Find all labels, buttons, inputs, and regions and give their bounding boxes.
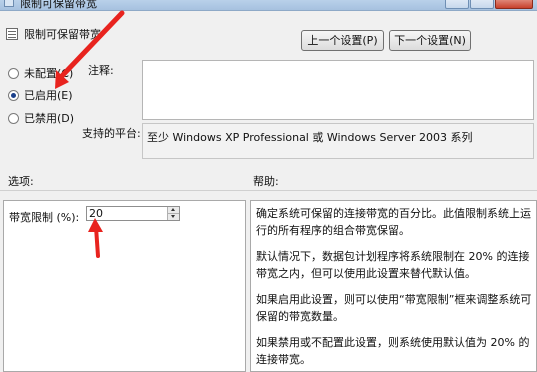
window-controls bbox=[445, 0, 533, 9]
radio-disabled[interactable]: 已禁用(D) bbox=[8, 110, 74, 126]
window-titlebar[interactable]: 限制可保留带宽 bbox=[0, 0, 537, 11]
radio-disabled-label[interactable]: 已禁用(D) bbox=[24, 110, 74, 126]
window-icon bbox=[4, 0, 14, 7]
supported-platform-value: 至少 Windows XP Professional 或 Windows Ser… bbox=[142, 123, 534, 159]
spinner-down-icon[interactable] bbox=[168, 214, 179, 220]
header: 限制可保留带宽 bbox=[6, 26, 101, 42]
minimize-button[interactable] bbox=[445, 0, 469, 9]
radio-not-configured-label[interactable]: 未配置(C) bbox=[24, 65, 73, 81]
bandwidth-limit-label: 带宽限制 (%): bbox=[9, 211, 80, 224]
help-paragraph: 确定系统可保留的连接带宽的百分比。此值限制系统上运行的所有程序的组合带宽保留。 bbox=[256, 207, 531, 237]
help-paragraph: 如果禁用或不配置此设置，则系统使用默认值为 20% 的连接带宽。 bbox=[256, 336, 530, 366]
radio-disabled-circle[interactable] bbox=[8, 112, 19, 124]
comment-textarea[interactable] bbox=[142, 60, 534, 120]
radio-enabled-label[interactable]: 已启用(E) bbox=[24, 87, 73, 103]
options-panel: 带宽限制 (%): 20 bbox=[3, 200, 246, 372]
previous-setting-button[interactable]: 上一个设置(P) bbox=[301, 30, 384, 51]
page-title: 限制可保留带宽 bbox=[24, 28, 101, 41]
policy-setting-icon bbox=[6, 28, 18, 40]
next-setting-button[interactable]: 下一个设置(N) bbox=[389, 30, 471, 51]
bandwidth-limit-value[interactable]: 20 bbox=[89, 207, 103, 220]
help-panel[interactable]: 确定系统可保留的连接带宽的百分比。此值限制系统上运行的所有程序的组合带宽保留。 … bbox=[250, 200, 537, 372]
options-section-label: 选项: bbox=[8, 175, 34, 188]
help-section-label: 帮助: bbox=[253, 175, 279, 188]
radio-enabled-circle[interactable] bbox=[8, 89, 19, 101]
close-button[interactable] bbox=[495, 0, 533, 9]
comment-label: 注释: bbox=[88, 64, 114, 77]
radio-not-configured-circle[interactable] bbox=[8, 67, 19, 79]
supported-platform-label: 支持的平台: bbox=[82, 127, 141, 140]
bandwidth-limit-spinner[interactable]: 20 bbox=[86, 206, 180, 221]
maximize-button[interactable] bbox=[470, 0, 494, 9]
radio-enabled[interactable]: 已启用(E) bbox=[8, 87, 73, 103]
help-paragraph: 如果启用此设置，则可以使用“带宽限制”框来调整系统可保留的带宽数量。 bbox=[256, 293, 532, 323]
section-divider bbox=[0, 190, 537, 191]
help-paragraph: 默认情况下，数据包计划程序将系统限制在 20% 的连接带宽之内，但可以使用此设置… bbox=[256, 250, 530, 280]
spinner-up-icon[interactable] bbox=[168, 207, 179, 214]
radio-not-configured[interactable]: 未配置(C) bbox=[8, 65, 73, 81]
spinner-arrows[interactable] bbox=[167, 207, 179, 220]
window-title: 限制可保留带宽 bbox=[20, 0, 97, 10]
